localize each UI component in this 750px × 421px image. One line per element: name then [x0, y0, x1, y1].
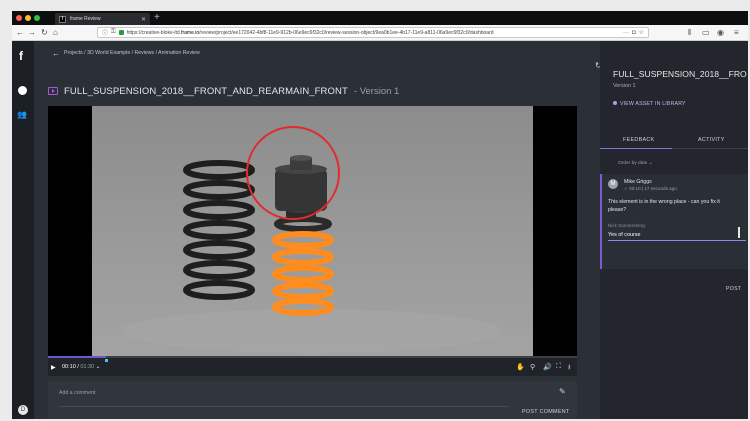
window-minimize-button[interactable] — [25, 15, 31, 21]
url-text[interactable]: https://creative-bloke-ltd.frame.io/revi… — [127, 30, 620, 36]
comment-body: This element is in the wrong place - can… — [608, 199, 720, 213]
reload-icon[interactable]: ↻ — [41, 27, 48, 39]
info-icon[interactable]: ⓘ — [102, 28, 108, 37]
black-spring — [183, 160, 255, 300]
post-reply-button[interactable]: POST — [726, 286, 741, 292]
tab-favicon: f — [59, 15, 66, 23]
home-icon[interactable]: ⌂ — [53, 27, 58, 39]
time-readout: 00:10 / 01:30 ⌄ — [62, 364, 101, 370]
comment-underline — [59, 406, 509, 407]
download-icon[interactable]: ⭳ — [568, 363, 570, 374]
video-asset-icon — [48, 87, 58, 95]
version-label[interactable]: - Version 1 — [354, 86, 399, 97]
menu-icon[interactable]: ≡ — [734, 27, 739, 39]
address-bar[interactable]: ⓘ ⚿ https://creative-bloke-ltd.frame.io/… — [97, 27, 649, 38]
reply-author-hint: Nick Sommerberg — [608, 223, 645, 228]
reply-underline — [608, 240, 746, 241]
asset-title-row: FULL_SUSPENSION_2018__FRONT_AND_REARMAIN… — [48, 84, 399, 98]
orange-spring — [272, 216, 334, 316]
back-icon[interactable]: ← — [16, 27, 24, 39]
zoom-icon[interactable]: ⚲ — [530, 363, 535, 371]
sidebar-icon[interactable]: ▭ — [702, 27, 710, 39]
panel-version: Version 1 — [613, 83, 636, 89]
window-close-button[interactable] — [16, 15, 22, 21]
panel-tabs: FEEDBACK ACTIVITY — [600, 131, 748, 149]
video-frame[interactable] — [92, 106, 533, 356]
account-icon[interactable]: ◉ — [717, 27, 724, 39]
browser-tab[interactable]: f frame Review ✕ — [55, 13, 150, 25]
avatar[interactable]: D — [18, 405, 28, 415]
scroll-handle[interactable] — [738, 227, 740, 238]
play-icon[interactable]: ▶ — [51, 364, 56, 371]
forward-icon[interactable]: → — [28, 27, 36, 39]
comment-marker[interactable] — [105, 359, 109, 362]
comment-meta: ✓ 00:10 | 17 seconds ago — [624, 186, 677, 191]
panel-asset-title: FULL_SUSPENSION_2018__FRO — [613, 69, 747, 79]
pin-icon — [613, 101, 617, 105]
comment-box: ✎ POST COMMENT — [48, 381, 577, 419]
feedback-panel: FULL_SUSPENSION_2018__FRO Version 1 VIEW… — [600, 41, 748, 419]
order-dropdown[interactable]: Order by date ⌄ — [618, 161, 653, 166]
breadcrumb[interactable]: Projects / 3D World Example / Reviews / … — [64, 50, 200, 56]
browser-tabbar: f frame Review ✕ + — [12, 11, 748, 25]
bookmark-star-icon[interactable]: ☆ — [639, 29, 644, 36]
screen-frame: f frame Review ✕ + ← → ↻ ⌂ ⓘ ⚿ https://c… — [12, 11, 748, 419]
window-maximize-button[interactable] — [34, 15, 40, 21]
page-title: FULL_SUSPENSION_2018__FRONT_AND_REARMAIN… — [64, 85, 348, 97]
pocket-icon[interactable]: ◘ — [632, 30, 636, 36]
tab-title: frame Review — [70, 16, 101, 22]
post-comment-button[interactable]: POST COMMENT — [522, 409, 570, 415]
logo[interactable]: f — [19, 49, 23, 63]
review-main: ← Projects / 3D World Example / Reviews … — [34, 41, 602, 419]
page-actions-icon[interactable]: ··· — [623, 30, 629, 36]
tab-activity[interactable]: ACTIVITY — [698, 137, 725, 143]
frameio-app: f 👥 D ← Projects / 3D World Example / Re… — [12, 41, 748, 419]
volume-icon[interactable]: 🔊 — [543, 363, 552, 371]
draw-pen-icon[interactable]: ✎ — [559, 387, 566, 396]
comment-author: Mike Griggs — [624, 179, 652, 185]
tab-close-icon[interactable]: ✕ — [141, 16, 146, 23]
key-icon: ⚿ — [111, 29, 116, 35]
video-player[interactable] — [48, 106, 577, 356]
left-rail: f 👥 D — [12, 41, 34, 419]
browser-navbar: ← → ↻ ⌂ ⓘ ⚿ https://creative-bloke-ltd.f… — [12, 25, 748, 41]
avatar: M — [608, 179, 618, 189]
active-tab-indicator — [600, 148, 672, 149]
lock-icon — [118, 30, 124, 35]
library-icon[interactable]: ⫴ — [688, 27, 691, 39]
hand-icon[interactable]: ✋ — [516, 363, 525, 371]
comment-input[interactable] — [59, 388, 509, 398]
player-controls: ▶ 00:10 / 01:30 ⌄ ✋ ⚲ 🔊 ⛶ ⭳ — [48, 356, 577, 376]
suspension-render — [122, 126, 502, 353]
progress-fill — [48, 356, 107, 358]
new-tab-icon[interactable]: + — [154, 12, 160, 24]
tab-feedback[interactable]: FEEDBACK — [623, 137, 654, 143]
comment-thread[interactable]: M Mike Griggs ✓ 00:10 | 17 seconds ago T… — [600, 174, 748, 269]
circle-icon[interactable] — [18, 86, 27, 95]
view-asset-in-library-link[interactable]: VIEW ASSET IN LIBRARY — [613, 101, 686, 107]
top-mount — [275, 155, 327, 217]
back-arrow-icon[interactable]: ← — [52, 49, 60, 58]
users-icon[interactable]: 👥 — [17, 110, 27, 119]
reply-input[interactable] — [608, 230, 736, 239]
fullscreen-icon[interactable]: ⛶ — [556, 363, 561, 371]
progress-track[interactable] — [48, 356, 577, 358]
